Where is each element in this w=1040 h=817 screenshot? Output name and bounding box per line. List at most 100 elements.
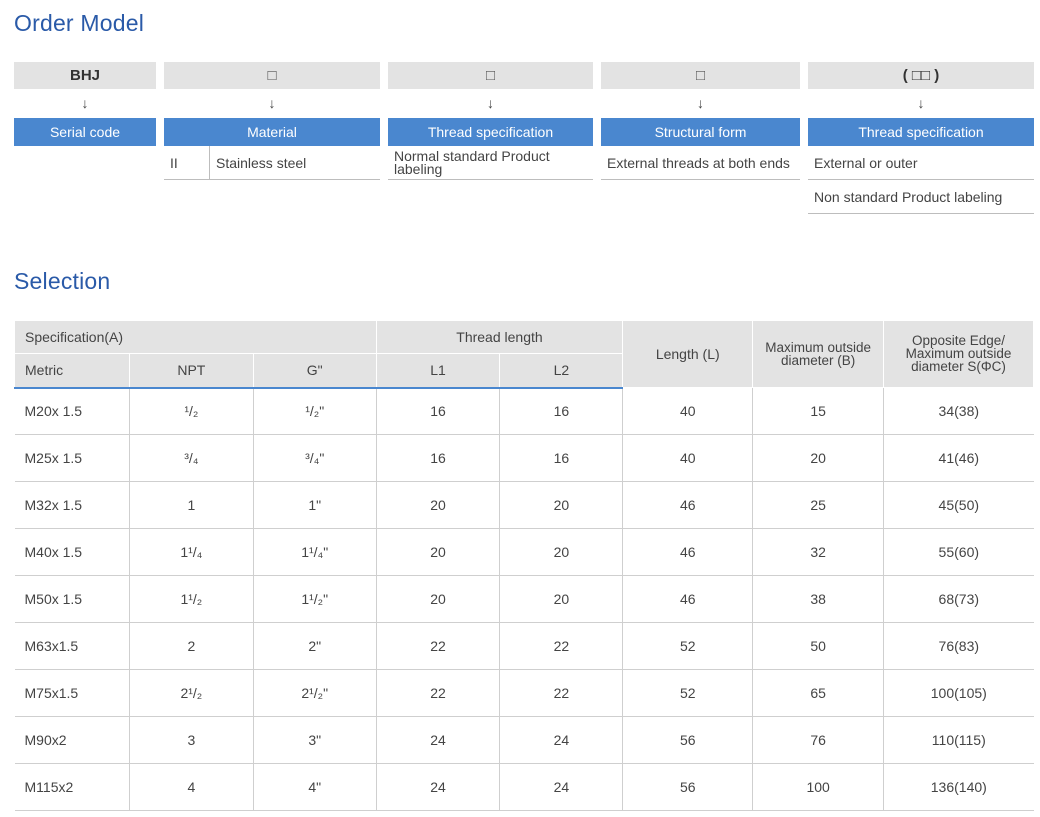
cell-length: 46 xyxy=(622,575,754,623)
table-row: M25x 1.5 ³/₄ ³/₄" 16 16 40 20 41(46) xyxy=(14,434,1034,482)
order-row: External threads at both ends xyxy=(601,146,800,180)
cell-b: 25 xyxy=(752,481,885,529)
cell-b: 20 xyxy=(752,434,885,482)
cell-b: 32 xyxy=(752,528,885,576)
table-row: M32x 1.5 1 1" 20 20 46 25 45(50) xyxy=(14,481,1034,529)
cell-l1: 22 xyxy=(376,622,501,670)
cell-npt: ¹/₂ xyxy=(129,387,254,435)
cell-s: 76(83) xyxy=(883,622,1034,670)
npt-header: NPT xyxy=(128,353,254,389)
thread-spec-2-value: Non standard Product labeling xyxy=(814,188,1003,205)
cell-b: 38 xyxy=(752,575,885,623)
table-row: M20x 1.5 ¹/₂ ¹/₂" 16 16 40 15 34(38) xyxy=(14,387,1034,435)
table-row: M90x2 3 3" 24 24 56 76 110(115) xyxy=(14,716,1034,764)
order-row: II Stainless steel xyxy=(164,145,380,180)
cell-s: 68(73) xyxy=(883,575,1034,623)
cell-length: 46 xyxy=(622,481,754,529)
cell-g: ¹/₂" xyxy=(253,387,377,435)
cell-g: ³/₄" xyxy=(253,434,377,482)
cell-metric: M40x 1.5 xyxy=(14,528,130,576)
order-col-material: □ ↓ Material II Stainless steel xyxy=(164,62,380,180)
order-code: ( □□ ) xyxy=(808,62,1034,89)
table-row: M63x1.5 2 2" 22 22 52 50 76(83) xyxy=(14,622,1034,670)
order-header: Thread specification xyxy=(808,118,1034,146)
cell-length: 40 xyxy=(622,387,754,435)
down-arrow-icon: ↓ xyxy=(697,95,704,111)
cell-l2: 20 xyxy=(499,481,624,529)
order-col-serial: BHJ ↓ Serial code xyxy=(14,62,156,146)
l1-header: L1 xyxy=(375,353,501,389)
cell-l2: 16 xyxy=(499,434,624,482)
thread-length-header: Thread length xyxy=(375,320,624,354)
cell-b: 50 xyxy=(752,622,885,670)
cell-l2: 22 xyxy=(499,622,624,670)
down-arrow-icon: ↓ xyxy=(81,95,89,111)
order-header: Thread specification xyxy=(388,118,593,146)
cell-metric: M20x 1.5 xyxy=(14,387,130,435)
cell-l2: 24 xyxy=(499,763,624,811)
cell-l1: 20 xyxy=(376,528,501,576)
cell-g: 2¹/₂" xyxy=(253,669,377,717)
table-row: M115x2 4 4" 24 24 56 100 136(140) xyxy=(14,763,1034,811)
table-row: M40x 1.5 1¹/₄ 1¹/₄" 20 20 46 32 55(60) xyxy=(14,528,1034,576)
cell-s: 41(46) xyxy=(883,434,1034,482)
cell-length: 56 xyxy=(622,716,754,764)
selection-table: Specification(A) Thread length Length (L… xyxy=(14,320,1034,811)
opposite-edge-header: Opposite Edge/ Maximum outside diameter … xyxy=(883,320,1034,388)
down-arrow-icon: ↓ xyxy=(487,95,494,111)
cell-s: 110(115) xyxy=(883,716,1034,764)
cell-b: 76 xyxy=(752,716,885,764)
order-header: Serial code xyxy=(14,118,156,146)
cell-npt: 3 xyxy=(129,716,254,764)
cell-length: 52 xyxy=(622,669,754,717)
cell-metric: M115x2 xyxy=(14,763,130,811)
cell-s: 34(38) xyxy=(883,387,1034,435)
selection-title: Selection xyxy=(14,268,111,294)
cell-l2: 24 xyxy=(499,716,624,764)
metric-header: Metric xyxy=(14,353,130,389)
structural-value: External threads at both ends xyxy=(607,154,790,171)
cell-l1: 22 xyxy=(376,669,501,717)
cell-l1: 20 xyxy=(376,481,501,529)
order-code: □ xyxy=(164,62,380,89)
cell-s: 136(140) xyxy=(883,763,1034,811)
cell-b: 65 xyxy=(752,669,885,717)
cell-length: 46 xyxy=(622,528,754,576)
cell-l1: 24 xyxy=(376,716,501,764)
cell-g: 4" xyxy=(253,763,377,811)
cell-l2: 22 xyxy=(499,669,624,717)
order-header: Material xyxy=(164,118,380,146)
down-arrow-icon: ↓ xyxy=(268,95,276,111)
down-arrow-icon: ↓ xyxy=(917,95,925,111)
cell-g: 2" xyxy=(253,622,377,670)
cell-b: 15 xyxy=(752,387,885,435)
spec-header: Specification(A) xyxy=(14,320,377,354)
length-header: Length (L) xyxy=(622,320,754,388)
cell-npt: 1¹/₂ xyxy=(129,575,254,623)
order-col-thread-spec-2: ( □□ ) ↓ Thread specification External o… xyxy=(808,62,1034,214)
material-key: II xyxy=(164,145,210,180)
material-value: Stainless steel xyxy=(216,154,307,171)
cell-l2: 20 xyxy=(499,528,624,576)
cell-g: 1" xyxy=(253,481,377,529)
thread-spec-2-value: External or outer xyxy=(814,154,918,171)
cell-npt: 1¹/₄ xyxy=(129,528,254,576)
order-code: □ xyxy=(388,62,593,89)
cell-l2: 16 xyxy=(499,387,624,435)
order-col-thread-spec: □ ↓ Thread specification Normal standard… xyxy=(388,62,593,180)
cell-g: 1¹/₄" xyxy=(253,528,377,576)
cell-l2: 20 xyxy=(499,575,624,623)
cell-metric: M63x1.5 xyxy=(14,622,130,670)
order-row: External or outer xyxy=(808,146,1034,180)
cell-npt: 2¹/₂ xyxy=(129,669,254,717)
order-model-title: Order Model xyxy=(14,10,145,36)
order-col-structural: □ ↓ Structural form External threads at … xyxy=(601,62,800,180)
order-header: Structural form xyxy=(601,118,800,146)
cell-metric: M75x1.5 xyxy=(14,669,130,717)
cell-length: 52 xyxy=(622,622,754,670)
order-row: Non standard Product labeling xyxy=(808,180,1034,214)
table-row: M75x1.5 2¹/₂ 2¹/₂" 22 22 52 65 100(105) xyxy=(14,669,1034,717)
cell-npt: 4 xyxy=(129,763,254,811)
order-row: Normal standard Product labeling xyxy=(388,146,593,180)
cell-l1: 16 xyxy=(376,387,501,435)
